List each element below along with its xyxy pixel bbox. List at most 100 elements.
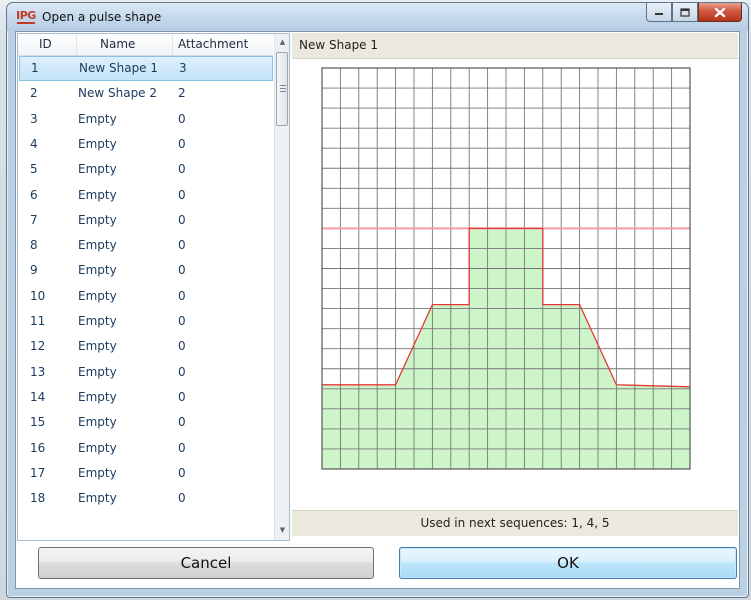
cancel-button[interactable]: Cancel [38, 547, 374, 579]
row-name: New Shape 2 [78, 86, 158, 101]
row-attachment: 0 [178, 364, 186, 379]
row-attachment: 2 [178, 86, 186, 101]
row-attachment: 0 [178, 314, 186, 328]
row-name: Empty [78, 238, 117, 253]
row-name: Empty [78, 491, 117, 506]
list-row[interactable]: 3 Empty 0 [19, 107, 273, 132]
row-id: 4 [30, 136, 38, 151]
row-attachment: 0 [178, 187, 186, 202]
preview-footer: Used in next sequences: 1, 4, 5 [292, 510, 738, 536]
dialog-window: IPG Open a pulse shape ID Name Attachmen… [6, 2, 749, 598]
ok-button[interactable]: OK [399, 547, 737, 579]
list-row[interactable]: 6 Empty 0 [19, 183, 273, 208]
row-id: 5 [30, 162, 38, 177]
row-attachment: 0 [178, 238, 186, 253]
list-row[interactable]: 8 Empty 0 [19, 233, 273, 258]
maximize-icon [680, 7, 690, 17]
minimize-button[interactable] [646, 3, 672, 22]
window-title: Open a pulse shape [42, 10, 162, 24]
row-name: New Shape 1 [79, 61, 159, 75]
row-attachment: 0 [178, 440, 186, 455]
row-id: 2 [30, 86, 38, 101]
row-attachment: 3 [179, 61, 187, 75]
row-id: 17 [30, 465, 46, 480]
row-id: 6 [30, 187, 38, 202]
row-name: Empty [78, 440, 117, 455]
shape-title: New Shape 1 [299, 38, 379, 52]
usage-text: Used in next sequences: 1, 4, 5 [420, 516, 610, 530]
row-id: 1 [31, 61, 39, 75]
row-id: 7 [30, 212, 38, 227]
row-name: Empty [78, 314, 117, 328]
row-id: 3 [30, 111, 38, 126]
header-id[interactable]: ID [39, 37, 52, 51]
title-bar: IPG Open a pulse shape [7, 3, 748, 31]
close-button[interactable] [698, 3, 742, 22]
row-id: 11 [30, 314, 46, 328]
header-name[interactable]: Name [100, 37, 135, 51]
row-attachment: 0 [178, 339, 186, 354]
list-row[interactable]: 13 Empty 0 [19, 360, 273, 385]
scroll-up-icon[interactable]: ▲ [275, 34, 289, 50]
list-row[interactable]: 12 Empty 0 [19, 334, 273, 359]
list-row[interactable]: 5 Empty 0 [19, 157, 273, 182]
row-id: 18 [30, 491, 46, 506]
row-name: Empty [78, 212, 117, 227]
row-id: 9 [30, 263, 38, 278]
maximize-button[interactable] [672, 3, 698, 22]
preview-header: New Shape 1 [292, 33, 738, 59]
minimize-icon [655, 13, 663, 15]
caption-buttons [646, 3, 742, 23]
list-row[interactable]: 15 Empty 0 [19, 410, 273, 435]
row-id: 16 [30, 440, 46, 455]
list-row[interactable]: 4 Empty 0 [19, 132, 273, 157]
row-name: Empty [78, 364, 117, 379]
pulse-shape-chart [321, 67, 691, 470]
row-name: Empty [78, 415, 117, 430]
row-name: Empty [78, 339, 117, 354]
row-id: 10 [30, 288, 46, 303]
list-row[interactable]: 7 Empty 0 [19, 208, 273, 233]
list-row[interactable]: 9 Empty 0 [19, 258, 273, 283]
list-row[interactable]: 10 Empty 0 [19, 284, 273, 309]
row-attachment: 0 [178, 491, 186, 506]
row-name: Empty [78, 465, 117, 480]
list-row[interactable]: 11 Empty 0 [19, 309, 273, 334]
list-scrollbar[interactable]: ▲ ▼ [274, 34, 289, 540]
list-row[interactable]: 16 Empty 0 [19, 436, 273, 461]
list-row[interactable]: 1 New Shape 1 3 [19, 56, 273, 81]
row-id: 13 [30, 364, 46, 379]
row-name: Empty [78, 136, 117, 151]
row-attachment: 0 [178, 415, 186, 430]
header-attachment[interactable]: Attachment [178, 37, 248, 51]
row-attachment: 0 [178, 288, 186, 303]
row-attachment: 0 [178, 212, 186, 227]
ipg-logo: IPG [16, 8, 36, 24]
list-header: ID Name Attachment [18, 34, 273, 56]
row-name: Empty [78, 162, 117, 177]
list-row[interactable]: 2 New Shape 2 2 [19, 81, 273, 106]
row-id: 8 [30, 238, 38, 253]
row-name: Empty [78, 187, 117, 202]
row-id: 12 [30, 339, 46, 354]
dialog-content: ID Name Attachment 1 New Shape 1 3 2 New Sha… [15, 31, 740, 589]
row-id: 15 [30, 415, 46, 430]
shape-list[interactable]: ID Name Attachment 1 New Shape 1 3 2 New Sha… [17, 33, 290, 541]
list-row[interactable]: 18 Empty 0 [19, 486, 273, 511]
row-id: 14 [30, 389, 46, 404]
list-row[interactable]: 17 Empty 0 [19, 461, 273, 486]
row-name: Empty [78, 288, 117, 303]
row-name: Empty [78, 263, 117, 278]
row-attachment: 0 [178, 136, 186, 151]
row-attachment: 0 [178, 162, 186, 177]
row-attachment: 0 [178, 263, 186, 278]
scroll-down-icon[interactable]: ▼ [275, 522, 289, 538]
list-row[interactable]: 14 Empty 0 [19, 385, 273, 410]
scroll-thumb[interactable] [276, 52, 288, 126]
row-name: Empty [78, 389, 117, 404]
row-name: Empty [78, 111, 117, 126]
row-attachment: 0 [178, 111, 186, 126]
row-attachment: 0 [178, 389, 186, 404]
row-attachment: 0 [178, 465, 186, 480]
close-icon [714, 7, 726, 17]
